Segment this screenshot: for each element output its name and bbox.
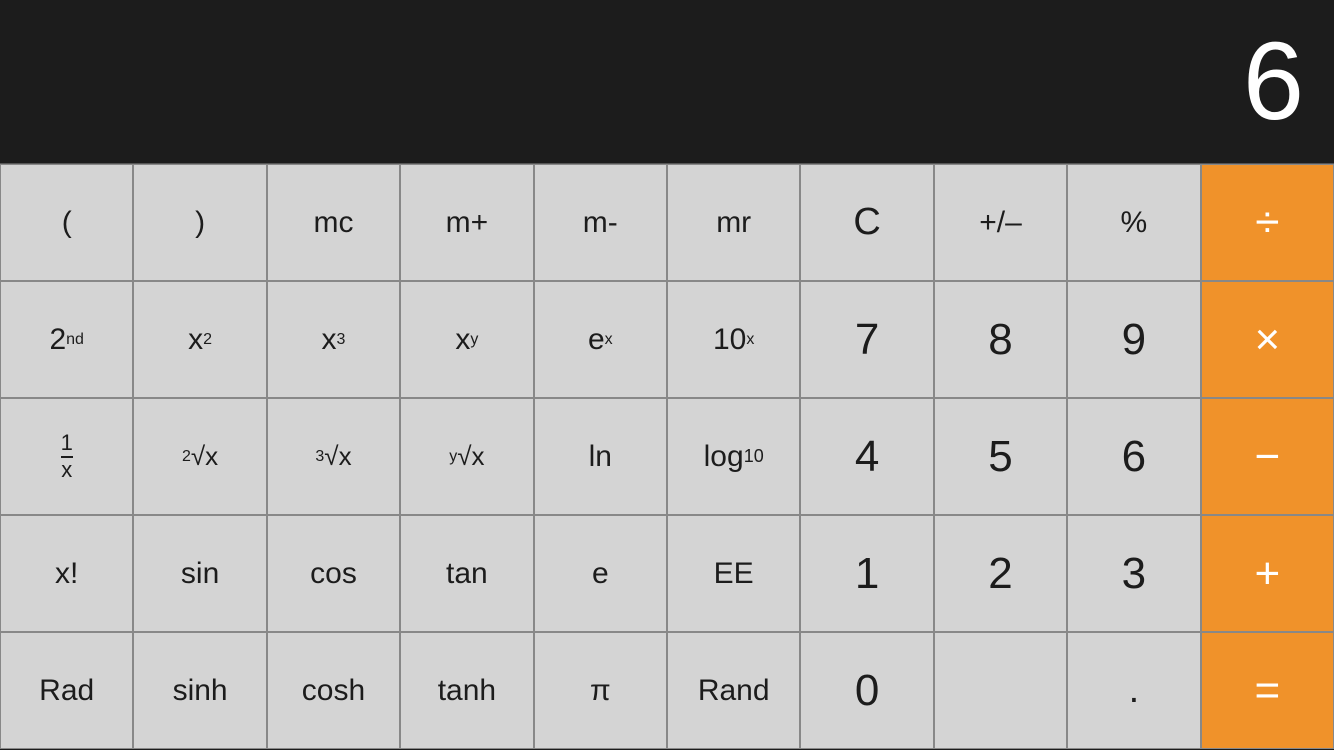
2nd-button[interactable]: 2nd xyxy=(0,281,133,398)
subtract-button[interactable]: − xyxy=(1201,398,1334,515)
cosh-button[interactable]: cosh xyxy=(267,632,400,749)
8-button[interactable]: 8 xyxy=(934,281,1067,398)
close-paren-button[interactable]: ) xyxy=(133,164,266,281)
e-button[interactable]: e xyxy=(534,515,667,632)
9-button[interactable]: 9 xyxy=(1067,281,1200,398)
clear-button[interactable]: C xyxy=(800,164,933,281)
0-button[interactable]: 0 xyxy=(800,632,933,749)
percent-button[interactable]: % xyxy=(1067,164,1200,281)
ln-button[interactable]: ln xyxy=(534,398,667,515)
sinh-button[interactable]: sinh xyxy=(133,632,266,749)
x3-button[interactable]: x3 xyxy=(267,281,400,398)
mplus-button[interactable]: m+ xyxy=(400,164,533,281)
ex-button[interactable]: ex xyxy=(534,281,667,398)
7-button[interactable]: 7 xyxy=(800,281,933,398)
sin-button[interactable]: sin xyxy=(133,515,266,632)
rad-button[interactable]: Rad xyxy=(0,632,133,749)
EE-button[interactable]: EE xyxy=(667,515,800,632)
sqrt3-button[interactable]: 3√x xyxy=(267,398,400,515)
1x-button[interactable]: 1x xyxy=(0,398,133,515)
tan-button[interactable]: tan xyxy=(400,515,533,632)
factorial-button[interactable]: x! xyxy=(0,515,133,632)
mr-button[interactable]: mr xyxy=(667,164,800,281)
mminus-button[interactable]: m- xyxy=(534,164,667,281)
empty1-button xyxy=(934,632,1067,749)
pi-button[interactable]: π xyxy=(534,632,667,749)
dot-button[interactable]: . xyxy=(1067,632,1200,749)
log10-button[interactable]: log10 xyxy=(667,398,800,515)
equals-button[interactable]: = xyxy=(1201,632,1334,749)
display-value: 6 xyxy=(1243,27,1304,137)
add-button[interactable]: + xyxy=(1201,515,1334,632)
display-area: 6 xyxy=(0,0,1334,163)
multiply-button[interactable]: × xyxy=(1201,281,1334,398)
10x-button[interactable]: 10x xyxy=(667,281,800,398)
3-button[interactable]: 3 xyxy=(1067,515,1200,632)
2-button[interactable]: 2 xyxy=(934,515,1067,632)
tanh-button[interactable]: tanh xyxy=(400,632,533,749)
plusminus-button[interactable]: +/– xyxy=(934,164,1067,281)
4-button[interactable]: 4 xyxy=(800,398,933,515)
cos-button[interactable]: cos xyxy=(267,515,400,632)
x2-button[interactable]: x2 xyxy=(133,281,266,398)
sqrt2-button[interactable]: 2√x xyxy=(133,398,266,515)
xy-button[interactable]: xy xyxy=(400,281,533,398)
divide-button[interactable]: ÷ xyxy=(1201,164,1334,281)
6-button[interactable]: 6 xyxy=(1067,398,1200,515)
mc-button[interactable]: mc xyxy=(267,164,400,281)
open-paren-button[interactable]: ( xyxy=(0,164,133,281)
rand-button[interactable]: Rand xyxy=(667,632,800,749)
sqrty-button[interactable]: y√x xyxy=(400,398,533,515)
1-button[interactable]: 1 xyxy=(800,515,933,632)
5-button[interactable]: 5 xyxy=(934,398,1067,515)
calculator-grid: ()mcm+m-mrC+/–%÷2ndx2x3xyex10x789×1x2√x3… xyxy=(0,163,1334,749)
